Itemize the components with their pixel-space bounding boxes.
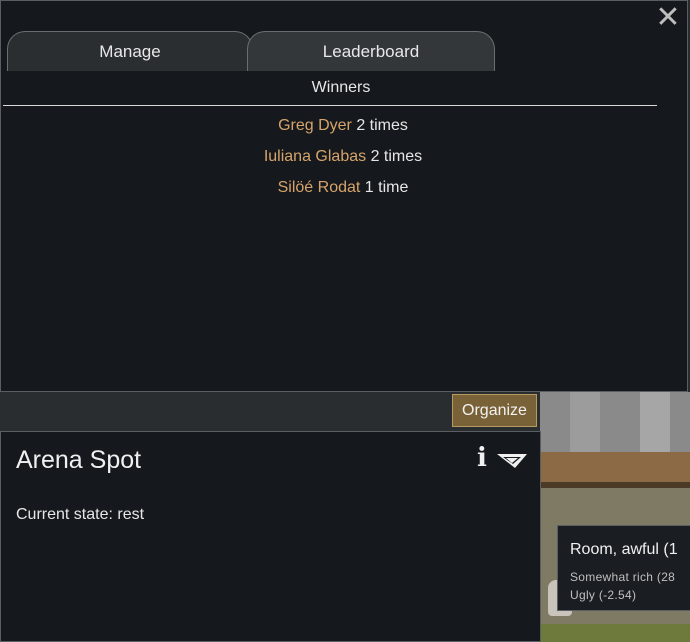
- inspect-title: Arena Spot: [16, 446, 142, 474]
- room-stat-wealth: Somewhat rich (28: [570, 570, 676, 584]
- close-icon[interactable]: ✕: [655, 3, 681, 33]
- section-title: Winners: [311, 79, 371, 96]
- arena-dialog: ✕ Manage Leaderboard Winners Greg Dyer 2…: [0, 0, 688, 392]
- wall-tiles: [540, 392, 690, 452]
- list-item: Greg Dyer 2 times: [1, 116, 685, 147]
- winners-list: Greg Dyer 2 times Iuliana Glabas 2 times…: [1, 116, 685, 209]
- tab-manage[interactable]: Manage: [7, 31, 253, 71]
- wall-segment: [570, 392, 600, 452]
- dropdown-triangle-icon[interactable]: [495, 450, 529, 470]
- winner-name[interactable]: Greg Dyer: [278, 117, 352, 134]
- tab-leaderboard[interactable]: Leaderboard: [247, 31, 495, 71]
- current-state: Current state: rest: [16, 506, 145, 523]
- list-item: Silöé Rodat 1 time: [1, 178, 685, 209]
- room-title: Room, awful (1: [570, 541, 678, 558]
- room-stat-beauty: Ugly (-2.54): [570, 588, 637, 602]
- list-item: Iuliana Glabas 2 times: [1, 147, 685, 178]
- winner-name[interactable]: Silöé Rodat: [278, 179, 361, 196]
- inspect-pane: Arena Spot i Current state: rest: [0, 431, 541, 642]
- winner-count: 1 time: [364, 179, 409, 196]
- winner-name[interactable]: Iuliana Glabas: [264, 148, 366, 165]
- room-tooltip: Room, awful (1 Somewhat rich (28 Ugly (-…: [557, 525, 690, 611]
- organize-button[interactable]: Organize: [452, 394, 537, 427]
- vegetation: [540, 624, 690, 642]
- winner-count: 2 times: [356, 117, 408, 134]
- winner-count: 2 times: [370, 148, 423, 165]
- wall-segment: [640, 392, 670, 452]
- divider: [3, 105, 657, 106]
- info-icon[interactable]: i: [473, 445, 491, 471]
